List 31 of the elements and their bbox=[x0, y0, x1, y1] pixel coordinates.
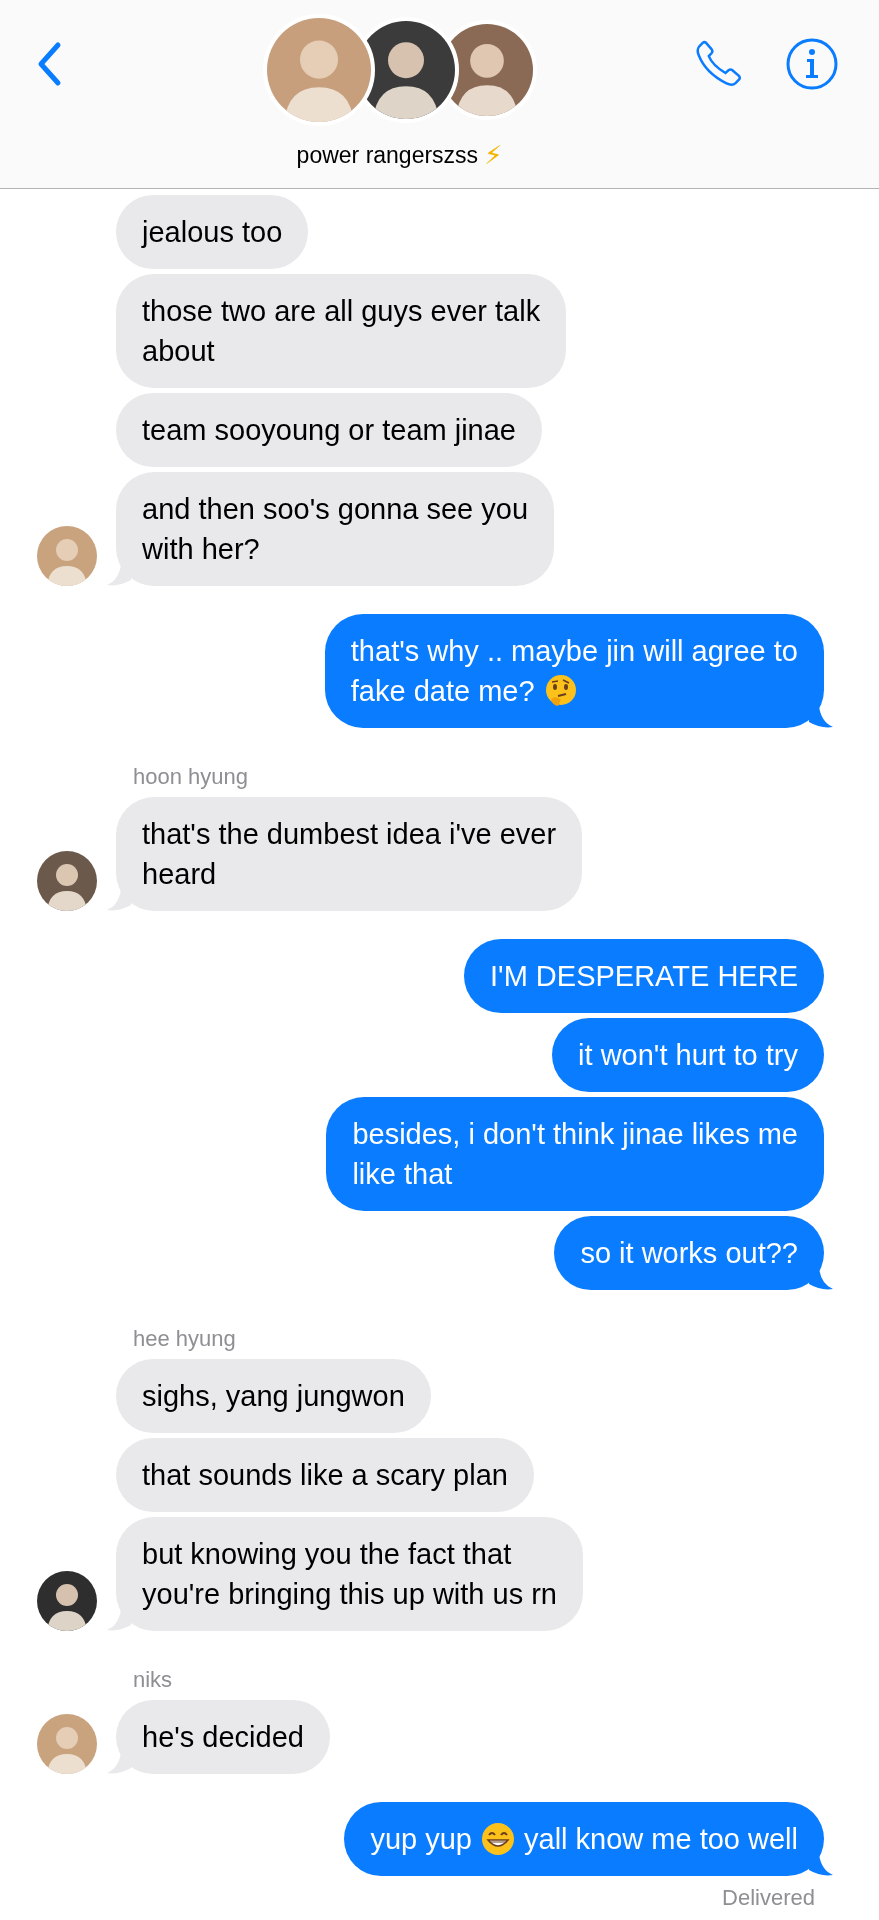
message-text: besides, i don't think jinae likes me bbox=[352, 1118, 798, 1150]
message-text: heard bbox=[142, 858, 217, 890]
message-text: that's why .. maybe jin will agree to bbox=[350, 635, 798, 667]
message-text: those two are all guys ever talk bbox=[142, 295, 541, 327]
message-text: jealous too bbox=[142, 216, 283, 248]
message-text: and then soo's gonna see you bbox=[142, 493, 529, 525]
message-text: you're bringing this up with us rn bbox=[142, 1578, 557, 1610]
group-title[interactable]: power rangerszss bbox=[296, 141, 479, 169]
sender-name: niks bbox=[133, 1667, 173, 1693]
message-text: he's decided bbox=[142, 1721, 304, 1753]
sender-name: hee hyung bbox=[133, 1326, 236, 1352]
delivery-status: Delivered bbox=[722, 1885, 815, 1911]
back-icon[interactable] bbox=[36, 41, 62, 87]
title-emoji: ⚡ bbox=[484, 140, 503, 170]
message-text: but knowing you the fact that bbox=[142, 1538, 512, 1570]
info-icon[interactable] bbox=[785, 37, 839, 91]
message-text: with her? bbox=[142, 533, 260, 565]
message-text: yall know me too well bbox=[524, 1823, 798, 1855]
message-text: team sooyoung or team jinae bbox=[142, 414, 516, 446]
message-text: sighs, yang jungwon bbox=[142, 1380, 405, 1412]
message-text: that's the dumbest idea i've ever bbox=[142, 818, 557, 850]
message-text: fake date me? bbox=[350, 675, 535, 707]
message-text: like that bbox=[352, 1158, 453, 1190]
message-text: yup yup bbox=[370, 1823, 472, 1855]
message-text: about bbox=[142, 335, 215, 367]
message-text: so it works out?? bbox=[580, 1237, 798, 1269]
message-text: I'M DESPERATE HERE bbox=[490, 960, 798, 992]
sender-name: hoon hyung bbox=[133, 764, 248, 790]
message-text: it won't hurt to try bbox=[578, 1039, 798, 1071]
grinning-emoji-icon bbox=[480, 1821, 516, 1857]
message-text: that sounds like a scary plan bbox=[142, 1459, 508, 1491]
